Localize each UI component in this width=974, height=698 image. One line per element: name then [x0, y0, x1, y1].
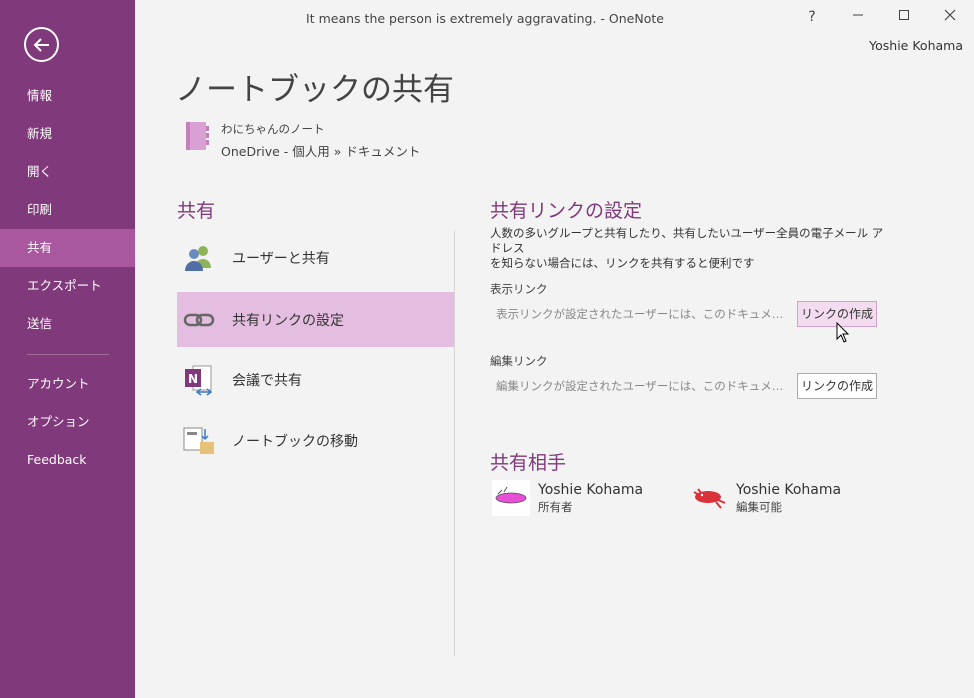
nav-print[interactable]: 印刷	[0, 191, 135, 229]
minimize-button[interactable]	[843, 6, 873, 28]
maximize-icon	[899, 10, 909, 20]
share-item-label: ノートブックの移動	[232, 434, 358, 450]
section-divider	[454, 230, 455, 656]
page-title: ノートブックの共有	[175, 72, 454, 108]
edit-link-label: 編集リンク	[490, 354, 548, 368]
share-meeting-item[interactable]: N 会議で共有	[177, 352, 454, 407]
users-icon	[185, 246, 211, 271]
shared-with-heading: 共有相手	[490, 452, 567, 474]
person-name: Yoshie Kohama	[538, 482, 644, 498]
share-link-settings-item[interactable]: 共有リンクの設定	[177, 292, 454, 347]
nav-share[interactable]: 共有	[0, 229, 135, 267]
person-role: 所有者	[538, 500, 573, 514]
onenote-meeting-icon: N	[185, 365, 213, 396]
share-item-label: ユーザーと共有	[232, 251, 330, 267]
svg-text:N: N	[188, 372, 198, 386]
notebook-location: OneDrive - 個人用 » ドキュメント	[221, 144, 421, 159]
create-edit-link-button[interactable]: リンクの作成	[797, 373, 877, 399]
notebook-name: わにちゃんのノート	[221, 122, 325, 136]
share-item-label: 共有リンクの設定	[232, 313, 344, 329]
mouse-cursor-icon	[836, 322, 850, 343]
minimize-icon	[853, 14, 863, 16]
view-link-field: 表示リンクが設定されたユーザーには、このドキュメントへのアクセス権があります	[496, 307, 786, 321]
help-button[interactable]: ?	[797, 6, 827, 28]
nav-info[interactable]: 情報	[0, 77, 135, 115]
nav-export[interactable]: エクスポート	[0, 267, 135, 305]
nav-send[interactable]: 送信	[0, 305, 135, 343]
move-notebook-icon	[183, 427, 214, 454]
nav-new[interactable]: 新規	[0, 115, 135, 153]
edit-link-field: 編集リンクが設定されたユーザーには、このドキュメントへのアクセス権があります	[496, 379, 786, 393]
close-icon	[944, 9, 956, 21]
avatar	[492, 480, 530, 516]
nav-open[interactable]: 開く	[0, 153, 135, 191]
window-title: It means the person is extremely aggrava…	[306, 11, 664, 26]
nav-divider	[27, 354, 109, 355]
share-item-label: 会議で共有	[232, 373, 302, 389]
link-settings-description: 人数の多いグループと共有したり、共有したいユーザー全員の電子メール アドレス を…	[490, 226, 890, 271]
description-line-1: 人数の多いグループと共有したり、共有したいユーザー全員の電子メール アドレス	[490, 226, 884, 255]
nav-options[interactable]: オプション	[0, 403, 135, 441]
nav-feedback[interactable]: Feedback	[0, 441, 135, 479]
backstage-sidebar: 情報 新規 開く 印刷 共有 エクスポート 送信 アカウント オプション Fee…	[0, 0, 135, 698]
move-notebook-item[interactable]: ノートブックの移動	[177, 413, 454, 468]
notebook-icon	[186, 122, 209, 150]
link-icon	[183, 313, 215, 327]
signed-in-user[interactable]: Yoshie Kohama	[869, 38, 963, 53]
link-settings-heading: 共有リンクの設定	[490, 200, 643, 222]
nav-account[interactable]: アカウント	[0, 365, 135, 403]
back-button[interactable]	[24, 27, 59, 62]
share-heading: 共有	[177, 200, 216, 222]
share-with-users-item[interactable]: ユーザーと共有	[177, 230, 454, 285]
person-role: 編集可能	[736, 500, 782, 514]
avatar	[690, 480, 728, 516]
close-button[interactable]	[935, 6, 965, 28]
description-line-2: を知らない場合には、リンクを共有すると便利です	[490, 256, 755, 270]
maximize-button[interactable]	[889, 6, 919, 28]
view-link-label: 表示リンク	[490, 282, 548, 296]
person-name: Yoshie Kohama	[736, 482, 842, 498]
back-arrow-icon	[33, 38, 49, 52]
